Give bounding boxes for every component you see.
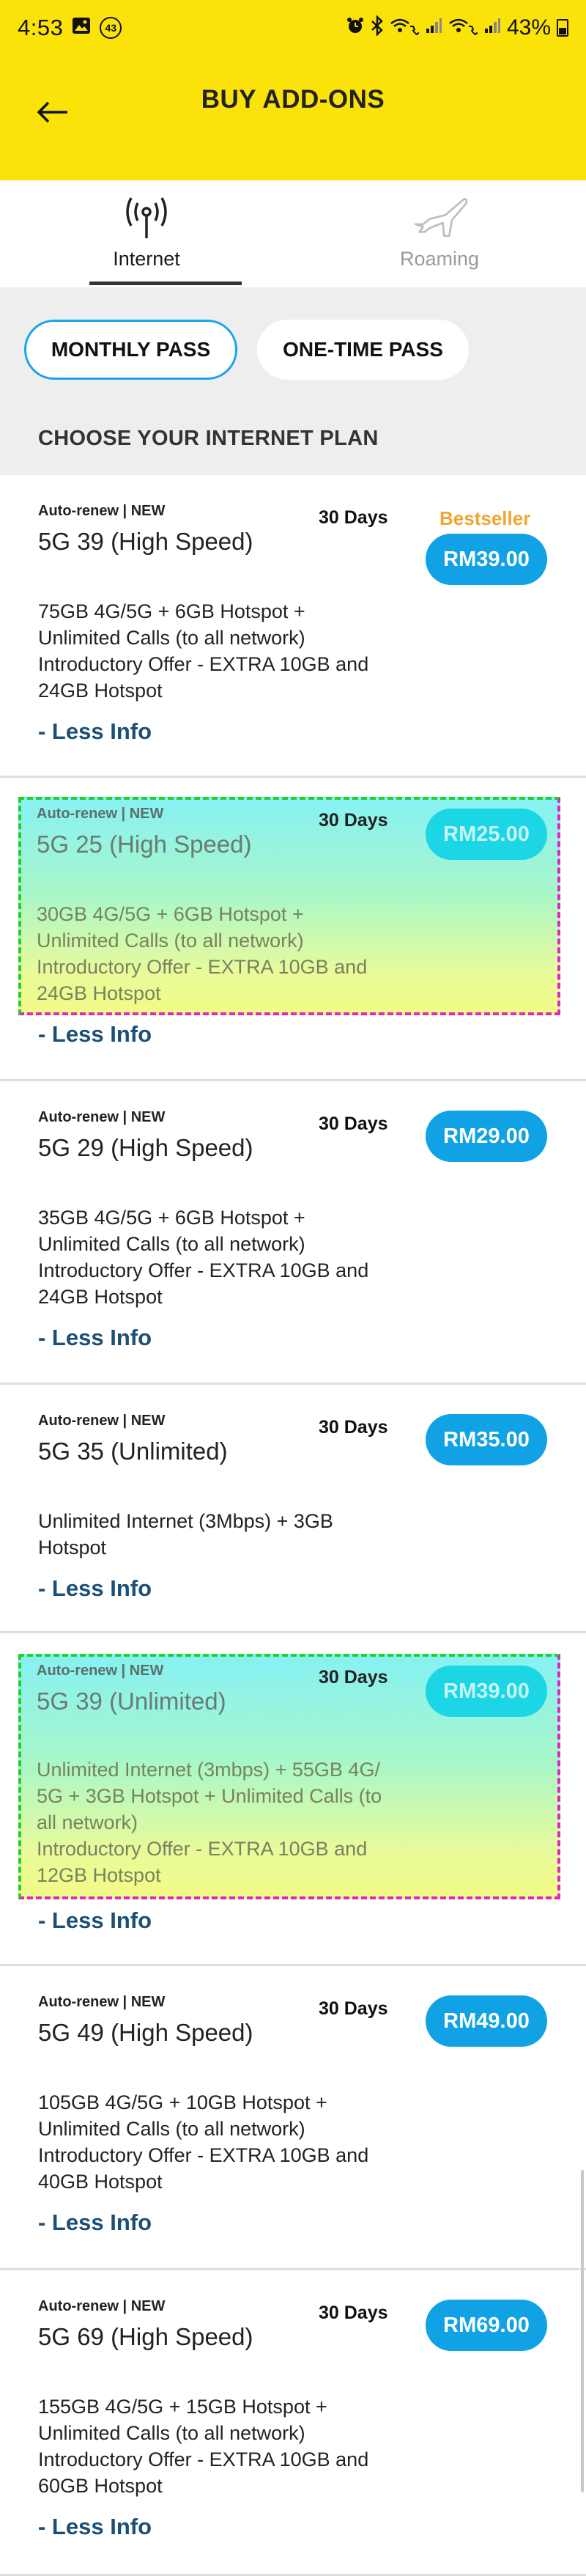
plan-tag: Auto-renew | NEW (38, 1994, 166, 2010)
plan-duration: 30 Days (319, 1114, 388, 1134)
antenna-icon (117, 191, 176, 243)
plan-duration: 30 Days (319, 507, 388, 528)
airplane-icon (410, 191, 469, 243)
plan-name: 5G 69 (High Speed) (38, 2323, 253, 2350)
plan-description: 155GB 4G/5G + 15GB Hotspot + Unlimited C… (38, 2396, 369, 2497)
plan-card[interactable]: Auto-renew | NEW 5G 25 (High Speed) 30 D… (0, 778, 586, 1081)
plan-duration: 30 Days (319, 1667, 388, 1688)
plan-description: 30GB 4G/5G + 6GB Hotspot + Unlimited Cal… (37, 903, 368, 1004)
plan-name: 5G 39 (Unlimited) (37, 1688, 226, 1715)
plan-name: 5G 29 (High Speed) (38, 1134, 253, 1161)
tab-roaming-label: Roaming (399, 248, 480, 270)
plan-description: Unlimited Internet (3mbps) + 55GB 4G/ 5G… (37, 1759, 382, 1886)
plan-description: Unlimited Internet (3Mbps) + 3GB Hotspot (38, 1510, 333, 1559)
signal-icon-2 (483, 17, 501, 40)
price-button[interactable]: RM49.00 (426, 1995, 547, 2047)
plan-description: 75GB 4G/5G + 6GB Hotspot + Unlimited Cal… (38, 600, 369, 702)
less-info-link[interactable]: - Less Info (38, 1907, 152, 1934)
less-info-link[interactable]: - Less Info (38, 1575, 152, 1602)
tab-roaming[interactable]: Roaming (293, 180, 586, 287)
notification-count-badge: 43 (100, 17, 122, 39)
section-title: CHOOSE YOUR INTERNET PLAN (38, 427, 379, 450)
scrollbar-thumb[interactable] (581, 2170, 584, 2492)
page-title: BUY ADD-ONS (201, 85, 385, 114)
plan-card[interactable]: Auto-renew | NEW 5G 49 (High Speed) 30 D… (0, 1966, 586, 2270)
plan-card[interactable]: Auto-renew | NEW 5G 35 (Unlimited) 30 Da… (0, 1385, 586, 1633)
price-button[interactable]: RM25.00 (426, 809, 547, 860)
bestseller-badge: Bestseller (440, 507, 531, 529)
plan-tag: Auto-renew | NEW (38, 1109, 166, 1125)
plan-name: 5G 25 (High Speed) (37, 831, 252, 858)
plan-tag: Auto-renew | NEW (38, 1413, 166, 1429)
price-button[interactable]: RM35.00 (426, 1414, 547, 1465)
plan-card[interactable]: Auto-renew | NEW 5G 29 (High Speed) 30 D… (0, 1081, 586, 1385)
one-time-pass-button[interactable]: ONE-TIME PASS (257, 320, 469, 380)
plan-duration: 30 Days (319, 1417, 388, 1438)
plan-card[interactable]: Auto-renew | NEW 5G 39 (Unlimited) 30 Da… (0, 1633, 586, 1966)
plan-name: 5G 49 (High Speed) (38, 2019, 253, 2046)
plan-name: 5G 39 (High Speed) (38, 528, 253, 555)
wifi-calling-icon-2 (448, 16, 481, 40)
plan-duration: 30 Days (319, 2303, 388, 2323)
plan-highlight-overlay: Auto-renew | NEW 5G 39 (Unlimited) 30 Da… (18, 1654, 560, 1899)
tab-active-indicator (89, 281, 242, 285)
plan-description: 35GB 4G/5G + 6GB Hotspot + Unlimited Cal… (38, 1207, 369, 1308)
alarm-icon (346, 16, 365, 40)
plan-card[interactable]: Auto-renew | NEW 5G 69 (High Speed) 30 D… (0, 2270, 586, 2576)
battery-percent: 43% (506, 15, 551, 40)
tab-bar: Internet Roaming (0, 180, 586, 287)
less-info-link[interactable]: - Less Info (38, 718, 152, 745)
plan-highlight-overlay: Auto-renew | NEW 5G 25 (High Speed) 30 D… (18, 797, 560, 1015)
plan-duration: 30 Days (319, 810, 388, 831)
status-bar: 4:53 43 43% (0, 0, 586, 56)
gallery-icon (72, 17, 91, 40)
filter-area: MONTHLY PASS ONE-TIME PASS CHOOSE YOUR I… (0, 287, 586, 475)
battery-icon (557, 19, 568, 37)
plan-tag: Auto-renew | NEW (37, 1663, 164, 1679)
app-header: BUY ADD-ONS (0, 56, 586, 180)
signal-icon (425, 17, 442, 40)
price-button[interactable]: RM69.00 (426, 2300, 547, 2351)
price-button[interactable]: RM29.00 (426, 1111, 547, 1162)
tab-internet[interactable]: Internet (0, 180, 293, 287)
plan-description: 105GB 4G/5G + 10GB Hotspot + Unlimited C… (38, 2091, 369, 2193)
status-time: 4:53 (18, 15, 64, 40)
plan-duration: 30 Days (319, 1998, 388, 2019)
wifi-calling-icon (390, 16, 422, 40)
bluetooth-icon (371, 14, 384, 41)
less-info-link[interactable]: - Less Info (38, 1021, 152, 1048)
less-info-link[interactable]: - Less Info (38, 1325, 152, 1351)
price-button[interactable]: RM39.00 (426, 1666, 547, 1717)
less-info-link[interactable]: - Less Info (38, 2209, 152, 2236)
plan-tag: Auto-renew | NEW (38, 2298, 166, 2314)
plan-card[interactable]: Auto-renew | NEW 5G 39 (High Speed) 30 D… (0, 475, 586, 778)
less-info-link[interactable]: - Less Info (38, 2514, 152, 2540)
plan-tag: Auto-renew | NEW (37, 806, 164, 822)
tab-internet-label: Internet (113, 248, 180, 270)
price-button[interactable]: RM39.00 (426, 534, 547, 585)
monthly-pass-button[interactable]: MONTHLY PASS (24, 320, 237, 380)
plan-name: 5G 35 (Unlimited) (38, 1438, 228, 1465)
plan-tag: Auto-renew | NEW (38, 503, 166, 519)
